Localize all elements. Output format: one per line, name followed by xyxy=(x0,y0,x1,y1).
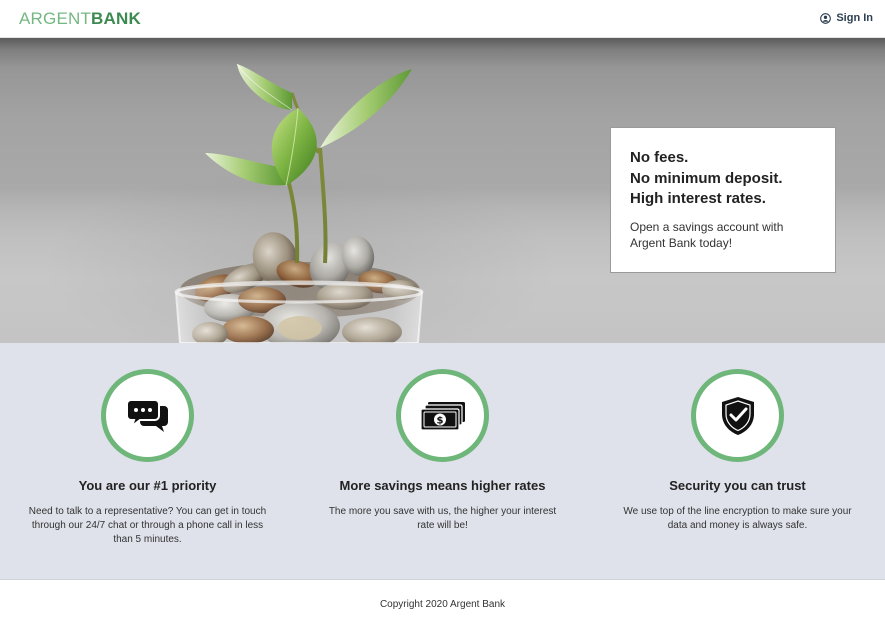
promo-headline-line: High interest rates. xyxy=(630,190,766,207)
chat-bubbles-icon xyxy=(126,398,168,432)
shield-check-icon xyxy=(721,396,754,435)
feature-icon-circle: $ xyxy=(396,369,489,462)
sign-in-link[interactable]: Sign In xyxy=(820,12,873,24)
promo-card: No fees. No minimum deposit. High intere… xyxy=(610,127,836,273)
money-bills-icon: $ xyxy=(419,401,465,431)
feature-item-savings: $ More savings means higher rates The mo… xyxy=(295,343,590,580)
main-nav: ARGENTBANK Sign In xyxy=(0,0,885,38)
argent-bank-logo[interactable]: ARGENTBANK xyxy=(19,10,141,28)
promo-headline-line: No minimum deposit. xyxy=(630,169,783,187)
promo-headline-line: No fees. xyxy=(630,149,689,166)
feature-icon-circle xyxy=(691,369,784,462)
sign-in-label: Sign In xyxy=(836,12,873,24)
copyright-text: Copyright 2020 Argent Bank xyxy=(379,599,506,610)
user-circle-icon xyxy=(820,12,832,24)
feature-title: Security you can trust xyxy=(669,478,806,493)
svg-text:$: $ xyxy=(436,415,443,426)
promo-text: Open a savings account with Argent Bank … xyxy=(630,219,784,250)
feature-text: We use top of the line encryption to mak… xyxy=(623,506,852,531)
logo-text-argent: ARGENT xyxy=(19,9,92,28)
footer: Copyright 2020 Argent Bank xyxy=(0,581,885,628)
feature-title: More savings means higher rates xyxy=(339,478,546,493)
feature-icon-circle xyxy=(101,369,194,462)
feature-item-priority: You are our #1 priority Need to talk to … xyxy=(0,343,295,580)
feature-text: Need to talk to a representative? You ca… xyxy=(28,506,267,545)
features-section: You are our #1 priority Need to talk to … xyxy=(0,343,885,580)
hero-banner: No fees. No minimum deposit. High intere… xyxy=(0,38,885,343)
feature-text: The more you save with us, the higher yo… xyxy=(328,506,557,531)
logo-text-bank: BANK xyxy=(91,9,141,28)
feature-item-security: Security you can trust We use top of the… xyxy=(590,343,885,580)
feature-title: You are our #1 priority xyxy=(78,478,217,493)
